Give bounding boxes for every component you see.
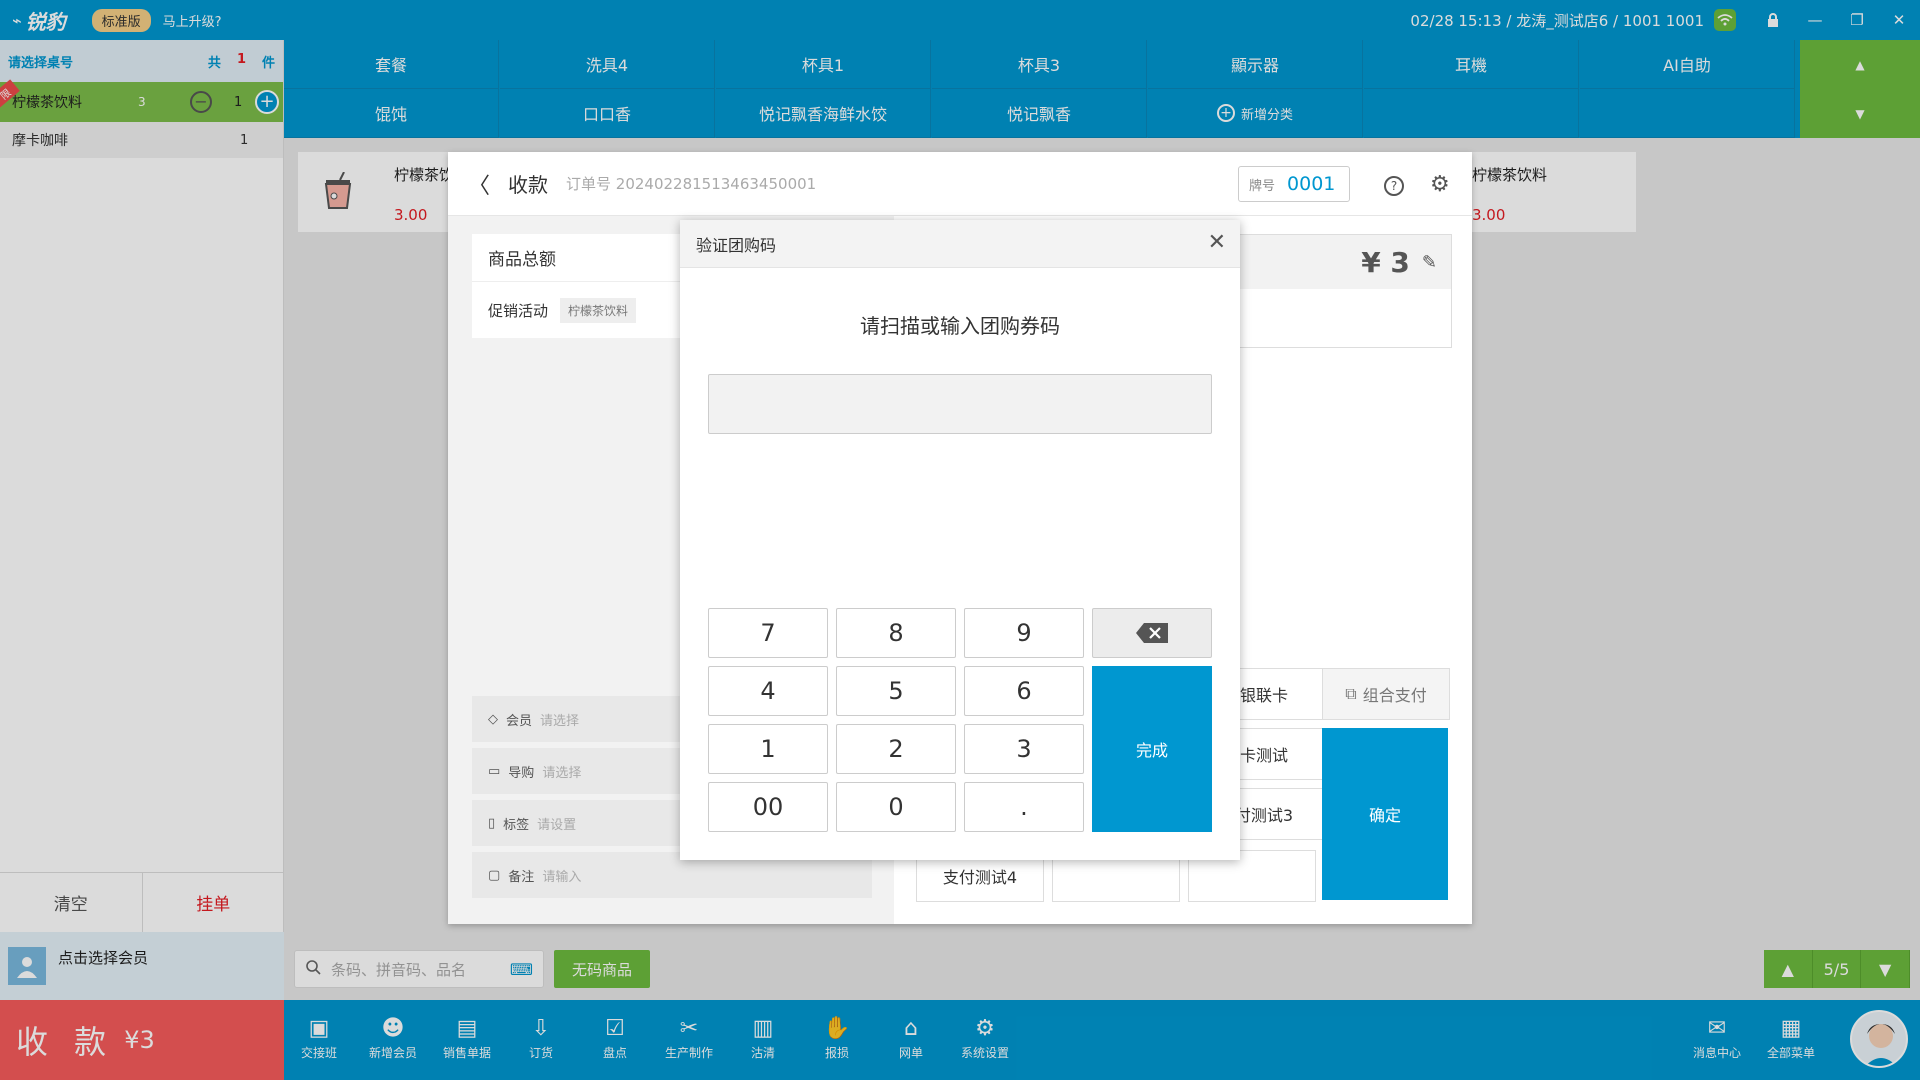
order-number: 订单号 20240228151346345000­1 — [566, 175, 817, 193]
note-icon: ▯ — [488, 815, 496, 831]
total-label: 商品总额 — [488, 250, 556, 270]
plate-number: 0001 — [1287, 173, 1336, 195]
key-8[interactable]: 8 — [836, 608, 956, 658]
pay-combined-button[interactable]: ⧉ 组合支付 — [1322, 668, 1450, 720]
key-1[interactable]: 1 — [708, 724, 828, 774]
key-0[interactable]: 0 — [836, 782, 956, 832]
plate-number-box[interactable]: 牌号 0001 — [1238, 166, 1350, 202]
help-icon[interactable]: ? — [1384, 176, 1404, 196]
collect-header: 〈 收款 订单号 20240228151346345000­1 牌号 0001 … — [448, 152, 1472, 216]
key-2[interactable]: 2 — [836, 724, 956, 774]
copy-icon: ⧉ — [1345, 684, 1357, 703]
diamond-icon: ◇ — [488, 711, 498, 727]
verify-prompt: 请扫描或输入团购券码 — [860, 314, 1060, 338]
verify-title: 验证团购码 — [696, 235, 777, 255]
promo-tag: 柠檬茶饮料 — [560, 297, 637, 323]
verify-coupon-modal: 验证团购码 ✕ 请扫描或输入团购券码 7 8 9 4 5 6 1 2 3 00 … — [680, 220, 1240, 860]
key-dot[interactable]: . — [964, 782, 1084, 832]
key-5[interactable]: 5 — [836, 666, 956, 716]
verify-header: 验证团购码 ✕ — [680, 220, 1240, 268]
key-7[interactable]: 7 — [708, 608, 828, 658]
promo-label: 促销活动 — [488, 301, 549, 320]
back-icon[interactable]: 〈 — [468, 168, 490, 200]
backspace-icon — [1136, 623, 1168, 643]
confirm-payment-button[interactable]: 确定 — [1322, 728, 1448, 900]
edit-icon[interactable]: ✎ — [1422, 252, 1437, 273]
key-00[interactable]: 00 — [708, 782, 828, 832]
key-3[interactable]: 3 — [964, 724, 1084, 774]
coupon-code-input[interactable] — [708, 374, 1212, 434]
collect-title: 收款 — [508, 173, 549, 197]
close-icon[interactable]: ✕ — [1208, 230, 1226, 255]
key-9[interactable]: 9 — [964, 608, 1084, 658]
key-4[interactable]: 4 — [708, 666, 828, 716]
done-button[interactable]: 完成 — [1092, 666, 1212, 832]
amount-due: ¥ 3 — [1361, 245, 1410, 279]
key-6[interactable]: 6 — [964, 666, 1084, 716]
id-card-icon: ▭ — [488, 763, 501, 779]
gear-icon[interactable]: ⚙ — [1430, 172, 1450, 197]
comment-icon: ▢ — [488, 867, 501, 883]
backspace-button[interactable] — [1092, 608, 1212, 658]
